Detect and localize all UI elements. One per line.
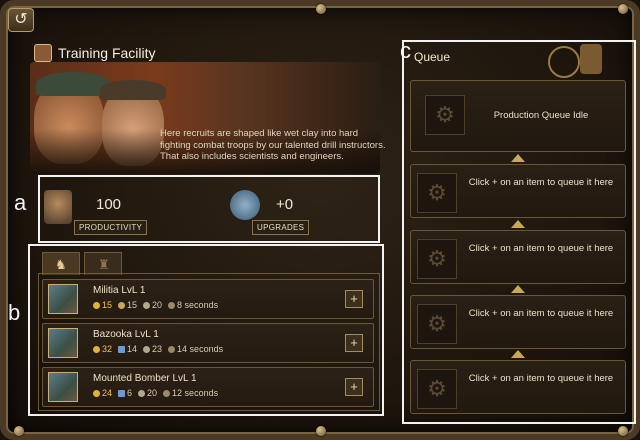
queue-slot-1[interactable]: ⚙ Click + on an item to queue it here — [410, 164, 626, 218]
queue-arrow-icon — [511, 285, 525, 293]
queue-slot-idle: ⚙ Production Queue Idle — [410, 80, 626, 152]
stats-row: 100 PRODUCTIVITY +0 UPGRADES — [40, 178, 376, 240]
men-cost: 23 — [143, 344, 162, 354]
upgrades-value: +0 — [276, 196, 294, 213]
queue-title: Queue — [414, 50, 451, 64]
queue-arrow-icon — [511, 154, 525, 162]
upgrades-label: UPGRADES — [252, 220, 310, 235]
build-time: 14 seconds — [168, 344, 223, 354]
queue-slot-2[interactable]: ⚙ Click + on an item to queue it here — [410, 230, 626, 284]
productivity-label: PRODUCTIVITY — [74, 220, 148, 235]
queue-slot-text: Click + on an item to queue it here — [468, 308, 614, 319]
gear-icon: ⚙ — [417, 304, 457, 344]
unit-row-bazooka: Bazooka LvL 1 32 14 23 14 seconds + — [42, 323, 374, 363]
gold-icon — [93, 390, 100, 397]
queue-slot-4[interactable]: ⚙ Click + on an item to queue it here — [410, 360, 626, 414]
add-bazooka-button[interactable]: + — [345, 334, 363, 352]
unit-costs: 24 6 20 12 seconds — [93, 388, 218, 398]
soldier-portrait — [102, 86, 164, 166]
mounted-bomber-thumbnail — [48, 372, 78, 402]
page-title: Training Facility — [58, 45, 156, 61]
queue-slot-3[interactable]: ⚙ Click + on an item to queue it here — [410, 295, 626, 349]
men-cost: 20 — [138, 388, 157, 398]
gold-cost: 32 — [93, 344, 112, 354]
gear-icon: ⚙ — [425, 95, 465, 135]
rivet — [618, 426, 628, 436]
queue-slot-text: Click + on an item to queue it here — [468, 243, 614, 254]
rivet — [316, 4, 326, 14]
officer-cap — [36, 72, 110, 96]
target-crosshair-icon — [548, 46, 580, 78]
queue-slot-text: Click + on an item to queue it here — [468, 373, 614, 384]
unit-name: Mounted Bomber LvL 1 — [93, 373, 197, 384]
bazooka-thumbnail — [48, 328, 78, 358]
unit-costs: 32 14 23 14 seconds — [93, 344, 223, 354]
gear-icon: ⚙ — [417, 239, 457, 279]
gear-icon: ⚙ — [417, 369, 457, 409]
rivet — [618, 4, 628, 14]
officer-portrait — [34, 80, 104, 164]
ammo-cost: 14 — [118, 344, 137, 354]
queue-arrow-icon — [511, 350, 525, 358]
militia-thumbnail — [48, 284, 78, 314]
annotation-label-a: a — [14, 190, 27, 215]
men-cost: 20 — [143, 300, 162, 310]
rivet — [14, 426, 24, 436]
gear-icon: ⚙ — [417, 173, 457, 213]
ammo-icon — [118, 390, 126, 397]
ammo-cost: 6 — [118, 388, 132, 398]
soldier-helmet — [100, 80, 166, 100]
add-mounted-bomber-button[interactable]: + — [345, 378, 363, 396]
gold-icon — [93, 302, 100, 309]
queue-slot-text: Click + on an item to queue it here — [468, 177, 614, 188]
gold-cost: 24 — [93, 388, 112, 398]
unit-row-mounted-bomber: Mounted Bomber LvL 1 24 6 20 12 seconds … — [42, 367, 374, 407]
build-time: 12 seconds — [163, 388, 218, 398]
soldier-silhouette-icon: ♜ — [98, 257, 110, 272]
productivity-icon — [44, 190, 72, 224]
unit-name: Militia LvL 1 — [93, 285, 146, 296]
queue-arrow-icon — [511, 220, 525, 228]
gold-cost: 15 — [93, 300, 112, 310]
recruit-badge-icon — [580, 44, 602, 74]
build-time: 8 seconds — [168, 300, 218, 310]
supply-cost: 15 — [118, 300, 137, 310]
queue-idle-text: Production Queue Idle — [493, 110, 589, 121]
tab-units[interactable]: ♜ — [84, 252, 122, 275]
men-icon — [138, 390, 146, 397]
wrench-upgrade-icon — [230, 190, 260, 220]
unit-costs: 15 15 20 8 seconds — [93, 300, 218, 310]
men-icon — [143, 302, 151, 309]
supply-icon — [118, 302, 126, 309]
back-button[interactable]: ↺ — [8, 8, 34, 32]
clock-icon — [168, 346, 176, 353]
unit-row-militia: Militia LvL 1 15 15 20 8 seconds + — [42, 279, 374, 319]
rivet — [316, 426, 326, 436]
ammo-icon — [118, 346, 126, 353]
unit-name: Bazooka LvL 1 — [93, 329, 159, 340]
add-militia-button[interactable]: + — [345, 290, 363, 308]
title-bar: Training Facility — [34, 44, 156, 62]
annotation-label-b: b — [8, 300, 21, 325]
facility-description: Here recruits are shaped like wet clay i… — [160, 128, 386, 162]
productivity-value: 100 — [96, 196, 122, 213]
men-icon — [143, 346, 151, 353]
tab-infantry[interactable]: ♞ — [42, 252, 80, 275]
clock-icon — [163, 390, 171, 397]
clock-icon — [168, 302, 176, 309]
training-facility-icon — [34, 44, 52, 62]
gold-icon — [93, 346, 100, 353]
infantry-icon: ♞ — [55, 257, 67, 272]
